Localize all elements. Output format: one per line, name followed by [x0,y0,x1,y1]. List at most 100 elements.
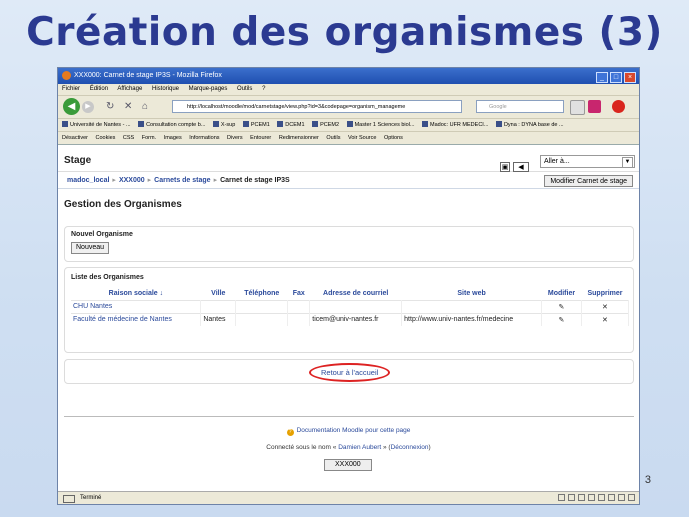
window-titlebar: XXX000: Carnet de stage IP3S - Mozilla F… [58,68,639,84]
login-prefix: Connecté sous le nom « [266,444,337,451]
addon-item[interactable]: Désactiver [62,135,88,141]
login-suffix: ) [428,444,431,451]
breadcrumb-current: Carnet de stage IP3S [220,177,290,184]
tray-icon[interactable] [618,494,625,501]
breadcrumb: madoc_local ▸ XXX000 ▸ Carnets de stage ▸ Carn… [58,172,639,189]
addon-item[interactable]: Divers [227,135,243,141]
tray-icon[interactable] [598,494,605,501]
menu-history[interactable]: Historique [152,86,179,92]
tray-icon[interactable] [588,494,595,501]
bookmark-item[interactable]: Université de Nantes - ... [62,122,131,128]
firefox-icon [62,70,71,80]
addon-item[interactable]: Redimensionner [279,135,319,141]
page-tool-icon[interactable] [570,100,585,115]
column-header-email[interactable]: Adresse de courriel [310,287,402,301]
search-input[interactable]: Google [476,100,564,113]
docs-icon[interactable]: ▣ [500,162,510,172]
status-page-icon [63,495,75,503]
forward-arrow-icon[interactable]: ▶ [82,101,94,113]
addon-item[interactable]: Images [164,135,182,141]
jump-to-value: Aller à... [544,158,570,165]
user-profile-link[interactable]: Damien Aubert [338,444,381,451]
bookmark-item[interactable]: Master 1 Sciences biol... [347,122,415,128]
bookmark-item[interactable]: Consultation compte b... [138,122,205,128]
course-home-button[interactable]: XXX000 [324,459,372,471]
menu-file[interactable]: Fichier [62,86,80,92]
table-row: Faculté de médecine de Nantes Nantes tic… [71,313,630,326]
bookmark-item[interactable]: Dyna : DYNA base de ... [496,122,564,128]
edit-logbook-button[interactable]: Modifier Carnet de stage [544,175,633,187]
addon-item[interactable]: Voir Source [348,135,376,141]
page-header: Stage ▣ ◀ Aller à... ▼ [58,153,639,172]
back-arrow-icon[interactable]: ◀ [63,98,80,115]
menu-edit[interactable]: Édition [90,86,108,92]
addon-item[interactable]: Form. [142,135,156,141]
s-addon-icon[interactable] [588,100,601,113]
addon-item[interactable]: CSS [123,135,134,141]
addon-item[interactable]: Outils [326,135,340,141]
page-content: Stage ▣ ◀ Aller à... ▼ madoc_local ▸ XXX000… [58,153,639,479]
menu-help[interactable]: ? [262,86,265,92]
column-header-city[interactable]: Ville [201,287,236,301]
addon-item[interactable]: Options [384,135,403,141]
organism-fax [287,300,311,314]
home-icon[interactable]: ⌂ [142,101,148,112]
menu-view[interactable]: Affichage [117,86,142,92]
column-header-phone[interactable]: Téléphone [236,287,288,301]
prev-arrow-icon[interactable]: ◀ [513,162,529,172]
breadcrumb-link[interactable]: madoc_local [67,177,109,184]
slide-title: Création des organismes (3) [26,10,663,55]
new-organism-button[interactable]: Nouveau [71,242,110,254]
bookmark-item[interactable]: PCEM2 [312,122,339,128]
menu-bookmarks[interactable]: Marque-pages [189,86,228,92]
breadcrumb-separator-icon: ▸ [213,177,218,184]
bookmark-item[interactable]: PCEM1 [243,122,270,128]
delete-icon[interactable]: ✕ [581,300,630,314]
organism-name-link[interactable]: Faculté de médecine de Nantes [71,313,202,326]
breadcrumb-link[interactable]: XXX000 [119,177,145,184]
bookmark-item[interactable]: DCEM1 [277,122,304,128]
organism-email [309,300,403,314]
organism-table: Raison sociale ↓ Ville Téléphone Fax Adr… [71,287,630,326]
delete-icon[interactable]: ✕ [581,313,630,326]
logout-link[interactable]: Déconnexion [391,444,429,451]
menu-tools[interactable]: Outils [237,86,252,92]
adblock-icon[interactable] [612,100,625,113]
jump-to-select[interactable]: Aller à... ▼ [540,155,635,168]
new-organism-panel: Nouvel Organisme Nouveau [64,226,634,262]
edit-icon[interactable]: ✎ [541,300,582,314]
bookmark-item[interactable]: Madoc: UFR MEDECI... [422,122,488,128]
moodle-docs-link[interactable]: ? Documentation Moodle pour cette page [58,427,639,436]
chevron-down-icon: ▼ [622,157,633,168]
url-bar[interactable]: http://localhost/moodle/mod/carnetstage/… [172,100,462,113]
menu-bar: Fichier Édition Affichage Historique Mar… [58,84,639,96]
tray-icon[interactable] [628,494,635,501]
edit-icon[interactable]: ✎ [541,313,582,326]
organism-website: http://www.univ-nantes.fr/medecine [401,313,542,326]
bookmark-item[interactable]: X-sup [213,122,235,128]
minimize-icon[interactable]: _ [596,72,608,83]
page-title: Stage [64,155,92,166]
stop-icon[interactable]: ✕ [124,101,132,112]
tray-icon[interactable] [568,494,575,501]
column-header-fax[interactable]: Fax [288,287,310,301]
close-icon[interactable]: × [624,72,636,83]
tray-icon[interactable] [608,494,615,501]
breadcrumb-link[interactable]: Carnets de stage [154,177,210,184]
column-header-name[interactable]: Raison sociale ↓ [71,287,201,301]
organism-city: Nantes [200,313,237,326]
organism-fax [287,313,311,326]
column-header-website[interactable]: Site web [402,287,542,301]
tray-icon[interactable] [578,494,585,501]
back-panel: Retour à l'accueil [64,359,634,384]
maximize-icon[interactable]: □ [610,72,622,83]
addon-item[interactable]: Informations [189,135,219,141]
back-to-home-link[interactable]: Retour à l'accueil [309,363,391,382]
tray-icon[interactable] [558,494,565,501]
addon-item[interactable]: Entourer [250,135,271,141]
reload-icon[interactable]: ↻ [106,101,114,112]
organism-name-link[interactable]: CHU Nantes [71,300,202,314]
addon-item[interactable]: Cookies [96,135,116,141]
login-info: Connecté sous le nom « Damien Aubert » (… [58,444,639,451]
status-bar: Terminé [58,491,639,504]
